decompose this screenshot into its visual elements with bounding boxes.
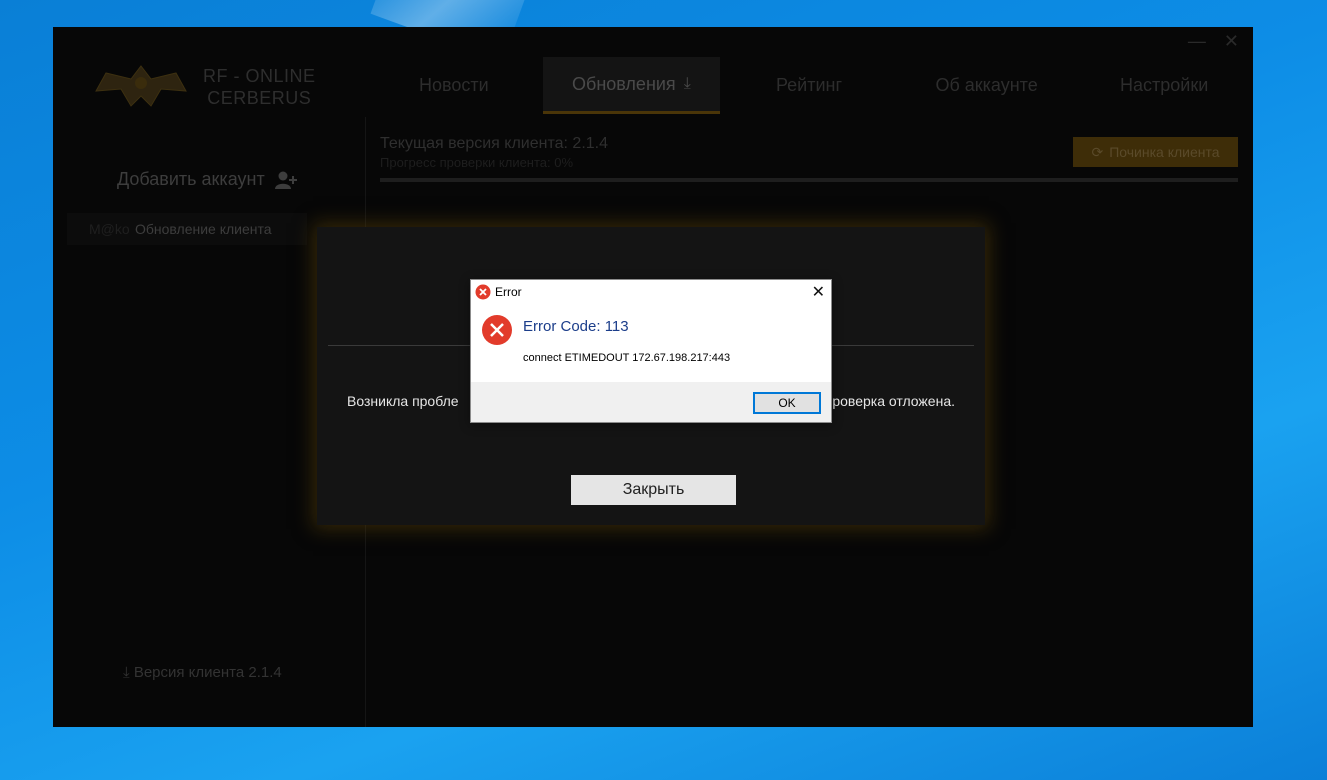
- current-version-text: Текущая версия клиента: 2.1.4: [380, 135, 608, 152]
- main-tabs: Новости Обновления ⤓ Рейтинг Об аккаунте…: [365, 57, 1253, 114]
- download-icon: ⤓: [123, 664, 130, 681]
- client-version: ⤓ Версия клиента 2.1.4: [123, 664, 282, 681]
- brand-line-1: RF - ONLINE: [203, 66, 316, 86]
- progress-text: Прогресс проверки клиента: 0%: [380, 155, 574, 170]
- close-icon[interactable]: ✕: [812, 282, 825, 302]
- add-account-button[interactable]: Добавить аккаунт: [117, 169, 297, 190]
- modal-close-button[interactable]: Закрыть: [571, 475, 736, 505]
- tab-settings[interactable]: Настройки: [1075, 57, 1253, 114]
- add-account-label: Добавить аккаунт: [117, 169, 265, 189]
- progress-bar: [380, 178, 1238, 182]
- minimize-icon[interactable]: —: [1188, 31, 1206, 52]
- error-detail: connect ETIMEDOUT 172.67.198.217:443: [523, 352, 731, 364]
- window-controls: — ✕: [1188, 31, 1239, 52]
- ok-button[interactable]: OK: [753, 392, 821, 414]
- dialog-titlebar: Error ✕: [471, 280, 831, 304]
- close-icon[interactable]: ✕: [1224, 31, 1239, 52]
- repair-client-button[interactable]: ⟳ Починка клиента: [1073, 137, 1238, 167]
- tab-label: Обновления: [572, 73, 676, 94]
- account-item[interactable]: M@ko Обновление клиента: [67, 213, 307, 245]
- tab-news[interactable]: Новости: [365, 57, 543, 114]
- tab-account[interactable]: Об аккаунте: [898, 57, 1076, 114]
- repair-client-label: Починка клиента: [1109, 144, 1220, 160]
- brand-line-2: CERBERUS: [207, 88, 312, 108]
- tab-updates[interactable]: Обновления ⤓: [542, 57, 721, 114]
- account-name: M@ko: [89, 221, 130, 237]
- client-status: Текущая версия клиента: 2.1.4 Прогресс п…: [380, 135, 608, 170]
- download-icon: ⤓: [683, 75, 691, 92]
- error-dialog: Error ✕ Error Code: 113 connect ETIMEDOU…: [470, 279, 832, 423]
- account-status-tooltip: Обновление клиента: [135, 221, 272, 237]
- add-user-icon: [274, 171, 297, 189]
- dialog-footer: OK: [471, 382, 831, 422]
- refresh-icon: ⟳: [1091, 143, 1104, 160]
- error-icon: [475, 284, 491, 300]
- brand-title: RF - ONLINE CERBERUS: [203, 65, 316, 109]
- modal-message-right: роверка отложена.: [832, 393, 955, 409]
- error-icon: [482, 315, 512, 345]
- tab-label: Настройки: [1120, 75, 1209, 95]
- cerberus-logo: [95, 65, 187, 107]
- dialog-title: Error: [495, 285, 522, 299]
- tab-label: Рейтинг: [775, 75, 843, 95]
- tab-label: Об аккаунте: [935, 75, 1038, 95]
- tab-label: Новости: [418, 75, 489, 95]
- client-version-label: Версия клиента 2.1.4: [133, 664, 282, 681]
- error-heading: Error Code: 113: [523, 318, 629, 335]
- modal-message-left: Возникла пробле: [347, 393, 459, 409]
- tab-rating[interactable]: Рейтинг: [720, 57, 898, 114]
